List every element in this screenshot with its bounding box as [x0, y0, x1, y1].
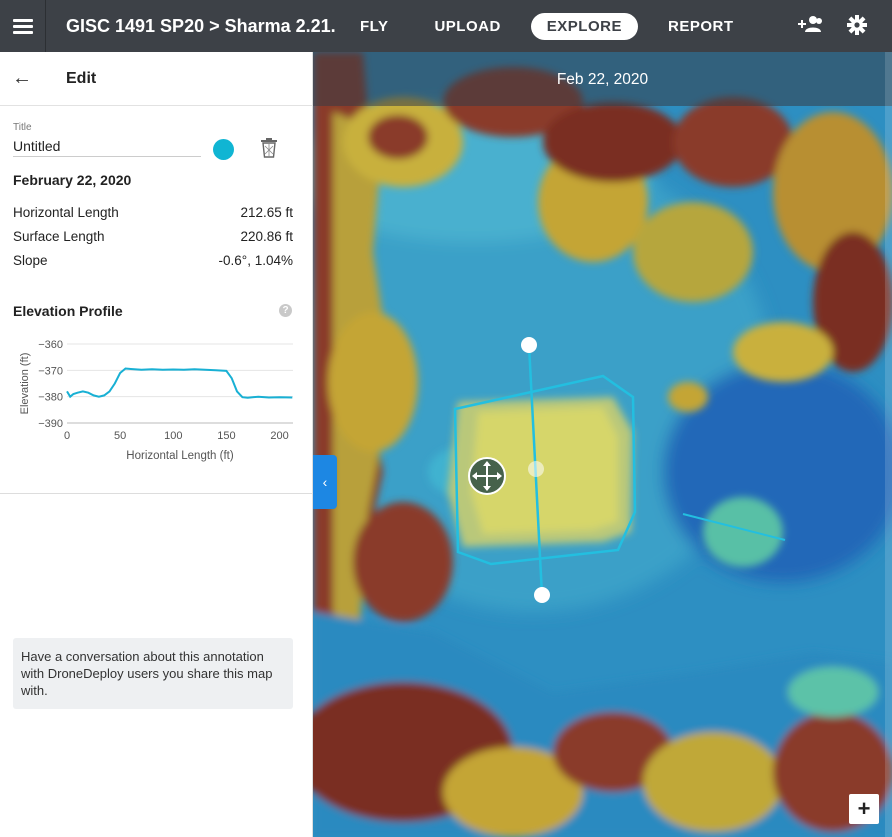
measurement-list: Horizontal Length 212.65 ft Surface Leng…: [13, 200, 293, 272]
main-nav: FLY UPLOAD EXPLORE REPORT: [344, 12, 764, 40]
annotation-date: February 22, 2020: [13, 172, 132, 188]
x-axis-label: Horizontal Length (ft): [126, 450, 234, 462]
project-title[interactable]: GISC 1491 SP20 > Sharma 2.21.2(: [66, 16, 336, 37]
x-tick-label: 100: [164, 430, 182, 442]
top-icons: [798, 14, 868, 36]
menu-icon[interactable]: [0, 0, 46, 52]
metric-label: Slope: [13, 252, 48, 268]
metric-value: 220.86 ft: [240, 228, 293, 244]
metric-label: Horizontal Length: [13, 204, 119, 220]
panel-title: Edit: [66, 69, 97, 87]
nav-fly[interactable]: FLY: [344, 13, 404, 40]
title-field-group: Title Untitled: [13, 122, 201, 157]
profile-end-handle[interactable]: [534, 587, 550, 603]
comment-prompt: Have a conversation about this annotatio…: [13, 638, 293, 709]
elevation-series-line: [66, 367, 293, 399]
profile-mid-handle[interactable]: [528, 461, 544, 477]
panel-divider: [0, 493, 313, 494]
collapse-panel-button[interactable]: ‹: [313, 455, 337, 509]
elevation-map-image: [313, 52, 892, 837]
title-input[interactable]: Untitled: [13, 135, 201, 157]
add-user-icon[interactable]: [798, 14, 824, 36]
x-tick-label: 150: [217, 430, 235, 442]
gear-icon[interactable]: [846, 14, 868, 36]
x-tick-label: 200: [270, 430, 288, 442]
color-picker-button[interactable]: [213, 139, 234, 160]
nav-report[interactable]: REPORT: [652, 13, 750, 40]
nav-upload[interactable]: UPLOAD: [418, 13, 516, 40]
metric-value: 212.65 ft: [240, 204, 293, 220]
title-label: Title: [13, 122, 32, 133]
map-date-banner: Feb 22, 2020: [313, 52, 892, 106]
metric-value: -0.6°, 1.04%: [218, 252, 293, 268]
y-tick-label: −360: [38, 339, 63, 351]
x-tick-label: 50: [114, 430, 126, 442]
y-tick-label: −380: [38, 392, 63, 404]
elevation-profile-title: Elevation Profile: [13, 303, 123, 319]
metric-slope: Slope -0.6°, 1.04%: [13, 248, 293, 272]
annotation-panel: ← Edit Title Untitled February 22, 2020 …: [0, 52, 313, 837]
map-scrollbar[interactable]: [885, 52, 892, 837]
panel-header: ← Edit: [0, 52, 312, 106]
metric-label: Surface Length: [13, 228, 105, 244]
y-tick-label: −390: [38, 418, 63, 430]
y-axis-label: Elevation (ft): [19, 353, 31, 415]
move-handle-icon[interactable]: [468, 457, 506, 495]
profile-start-handle[interactable]: [521, 337, 537, 353]
zoom-in-button[interactable]: +: [849, 794, 879, 824]
help-icon[interactable]: ?: [279, 304, 292, 317]
x-tick-label: 0: [64, 430, 70, 442]
back-arrow-icon[interactable]: ←: [12, 67, 42, 90]
trash-icon[interactable]: [260, 138, 278, 158]
nav-explore[interactable]: EXPLORE: [530, 12, 638, 40]
metric-horizontal-length: Horizontal Length 212.65 ft: [13, 200, 293, 224]
map-view[interactable]: Feb 22, 2020 ‹ +: [313, 52, 892, 837]
y-tick-label: −370: [38, 365, 63, 377]
elevation-profile-chart: −360 −370 −380 −3900 50 100 150 200 Horizontal L…: [19, 339, 293, 462]
metric-surface-length: Surface Length 220.86 ft: [13, 224, 293, 248]
top-bar: GISC 1491 SP20 > Sharma 2.21.2( FLY UPLO…: [0, 0, 892, 52]
